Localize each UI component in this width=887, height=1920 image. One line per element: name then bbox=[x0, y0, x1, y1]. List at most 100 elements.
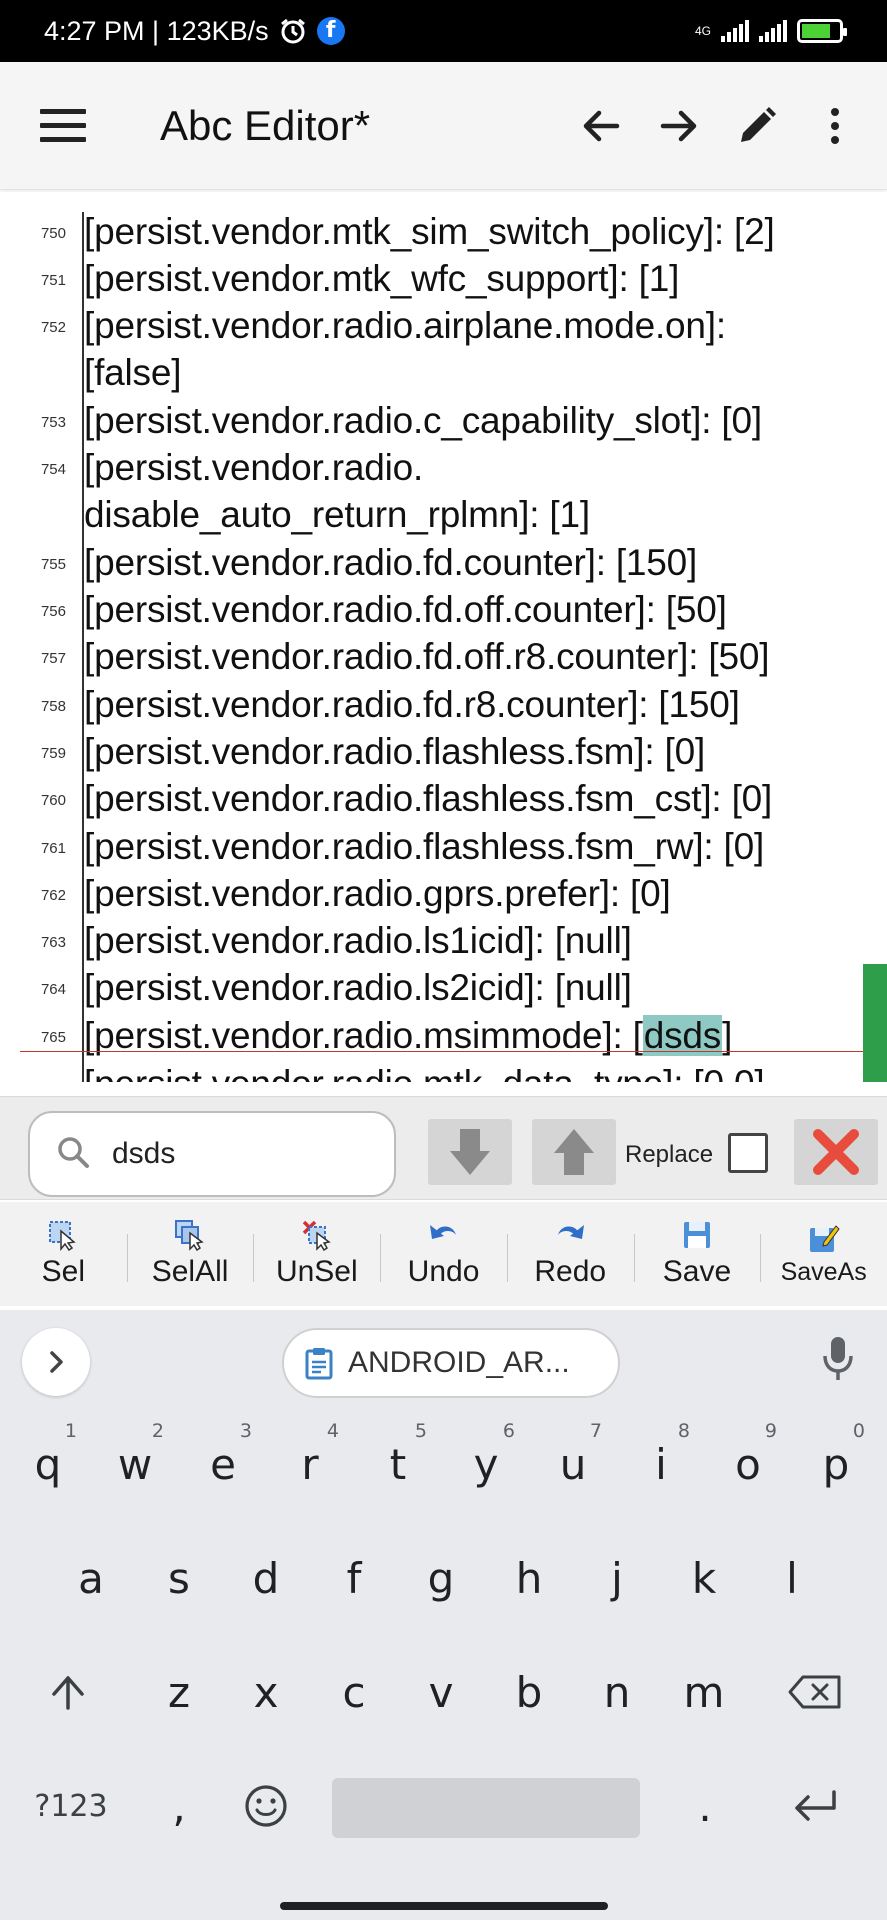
keyboard-row-1: q1 w2 e3 r4 t5 y6 u7 i8 o9 p0 bbox=[0, 1414, 887, 1526]
microphone-icon[interactable] bbox=[821, 1334, 855, 1389]
find-next-button[interactable] bbox=[428, 1119, 512, 1185]
line-number: 754 bbox=[40, 461, 66, 478]
comma-key[interactable]: , bbox=[136, 1756, 222, 1856]
line-number bbox=[0, 349, 66, 396]
editor-line-wrap[interactable]: [false] bbox=[0, 349, 887, 396]
key-q[interactable]: q1 bbox=[5, 1414, 91, 1514]
editor-scrollbar-thumb[interactable] bbox=[863, 964, 887, 1082]
emoji-icon bbox=[245, 1785, 287, 1827]
editor-line[interactable]: 752 [persist.vendor.radio.airplane.mode.o… bbox=[0, 302, 887, 349]
keyboard-row-4: ?123 , . bbox=[0, 1756, 887, 1868]
more-vert-icon[interactable] bbox=[811, 102, 859, 150]
line-number: 756 bbox=[40, 603, 66, 620]
key-e[interactable]: e3 bbox=[180, 1414, 266, 1514]
app-title: Abc Editor* bbox=[160, 101, 371, 149]
key-j[interactable]: j bbox=[574, 1528, 660, 1628]
key-r[interactable]: r4 bbox=[267, 1414, 353, 1514]
line-text: [persist.vendor.radio.ls2icid]: [null] bbox=[84, 967, 632, 1008]
symbols-key[interactable]: ?123 bbox=[26, 1756, 116, 1856]
editor-line[interactable]: 753 [persist.vendor.radio.c_capability_sl… bbox=[0, 397, 887, 444]
undo-button[interactable]: Undo bbox=[380, 1202, 507, 1306]
key-w[interactable]: w2 bbox=[92, 1414, 178, 1514]
keyboard-expand-button[interactable] bbox=[22, 1328, 90, 1396]
enter-key[interactable] bbox=[772, 1756, 858, 1856]
line-number bbox=[0, 1060, 66, 1082]
editor-line[interactable]: 763 [persist.vendor.radio.ls1icid]: [null… bbox=[0, 917, 887, 964]
save-button[interactable]: Save bbox=[633, 1202, 761, 1306]
home-gesture-pill[interactable] bbox=[280, 1902, 608, 1910]
editor-line[interactable]: 750 [persist.vendor.mtk_sim_switch_policy… bbox=[0, 208, 887, 255]
key-hint: 4 bbox=[326, 1420, 339, 1442]
clipboard-suggestion-chip[interactable]: ANDROID_AR... bbox=[282, 1328, 620, 1398]
editor-line[interactable]: 754 [persist.vendor.radio. bbox=[0, 444, 887, 491]
editor-line[interactable]: 757 [persist.vendor.radio.fd.off.r8.count… bbox=[0, 633, 887, 680]
line-number: 761 bbox=[40, 840, 66, 857]
key-n[interactable]: n bbox=[574, 1642, 660, 1742]
editor-line[interactable]: [persist.vendor.radio.mtk_data_type]: [0… bbox=[0, 1060, 887, 1082]
key-t[interactable]: t5 bbox=[355, 1414, 441, 1514]
replace-checkbox[interactable] bbox=[728, 1133, 768, 1173]
facebook-icon: f bbox=[316, 17, 345, 45]
search-match-highlight: dsds bbox=[642, 1015, 723, 1056]
app-bar: Abc Editor* bbox=[0, 62, 887, 190]
editor-line-wrap[interactable]: disable_auto_return_rplmn]: [1] bbox=[0, 491, 887, 538]
redo-button[interactable]: Redo bbox=[506, 1202, 634, 1306]
shift-key[interactable] bbox=[25, 1642, 111, 1742]
search-input[interactable] bbox=[112, 1137, 352, 1171]
editor-line[interactable]: 758 [persist.vendor.radio.fd.r8.counter]:… bbox=[0, 681, 887, 728]
unsel-button[interactable]: UnSel bbox=[253, 1202, 380, 1306]
emoji-key[interactable] bbox=[223, 1756, 309, 1856]
editor-line[interactable]: 762 [persist.vendor.radio.gprs.prefer]: [… bbox=[0, 870, 887, 917]
line-number: 755 bbox=[40, 556, 66, 573]
editor-line[interactable]: 756 [persist.vendor.radio.fd.off.counter]… bbox=[0, 586, 887, 633]
key-y[interactable]: y6 bbox=[443, 1414, 529, 1514]
pencil-icon[interactable] bbox=[733, 102, 781, 150]
key-d[interactable]: d bbox=[223, 1528, 309, 1628]
editor-line[interactable]: 759 [persist.vendor.radio.flashless.fsm]:… bbox=[0, 728, 887, 775]
editor-line[interactable]: 764 [persist.vendor.radio.ls2icid]: [null… bbox=[0, 964, 887, 1011]
key-a[interactable]: a bbox=[48, 1528, 134, 1628]
alarm-icon bbox=[279, 17, 307, 45]
key-c[interactable]: c bbox=[311, 1642, 397, 1742]
key-hint: 1 bbox=[64, 1420, 77, 1442]
key-h[interactable]: h bbox=[486, 1528, 572, 1628]
key-z[interactable]: z bbox=[136, 1642, 222, 1742]
key-i[interactable]: i8 bbox=[618, 1414, 704, 1514]
space-key[interactable] bbox=[332, 1778, 640, 1838]
search-field[interactable] bbox=[28, 1111, 396, 1197]
editor-line[interactable]: 760 [persist.vendor.radio.flashless.fsm_c… bbox=[0, 775, 887, 822]
menu-icon[interactable] bbox=[40, 109, 86, 142]
key-l[interactable]: l bbox=[749, 1528, 835, 1628]
selall-button[interactable]: SelAll bbox=[126, 1202, 254, 1306]
key-s[interactable]: s bbox=[136, 1528, 222, 1628]
key-u[interactable]: u7 bbox=[530, 1414, 616, 1514]
editor-line[interactable]: 751 [persist.vendor.mtk_wfc_support]: [1] bbox=[0, 255, 887, 302]
backspace-icon bbox=[788, 1675, 841, 1709]
keyboard-suggestion-strip: ANDROID_AR... bbox=[0, 1310, 887, 1414]
find-previous-button[interactable] bbox=[532, 1119, 616, 1185]
key-p[interactable]: p0 bbox=[793, 1414, 879, 1514]
key-hint: 3 bbox=[239, 1420, 252, 1442]
backspace-key[interactable] bbox=[772, 1642, 858, 1742]
arrow-right-icon[interactable] bbox=[655, 102, 703, 150]
sel-button[interactable]: Sel bbox=[0, 1202, 127, 1306]
navigation-bar bbox=[0, 1874, 887, 1920]
clipboard-icon bbox=[305, 1348, 333, 1380]
key-x[interactable]: x bbox=[223, 1642, 309, 1742]
line-number: 762 bbox=[40, 887, 66, 904]
arrow-left-icon[interactable] bbox=[577, 102, 625, 150]
battery-icon bbox=[797, 19, 847, 43]
key-m[interactable]: m bbox=[661, 1642, 747, 1742]
editor-line[interactable]: 761 [persist.vendor.radio.flashless.fsm_r… bbox=[0, 823, 887, 870]
key-o[interactable]: o9 bbox=[705, 1414, 791, 1514]
close-find-button[interactable] bbox=[794, 1119, 878, 1185]
key-v[interactable]: v bbox=[398, 1642, 484, 1742]
period-key[interactable]: . bbox=[662, 1756, 748, 1856]
key-g[interactable]: g bbox=[398, 1528, 484, 1628]
key-f[interactable]: f bbox=[311, 1528, 397, 1628]
text-editor[interactable]: 750 [persist.vendor.mtk_sim_switch_policy… bbox=[0, 192, 887, 1082]
key-k[interactable]: k bbox=[661, 1528, 747, 1628]
saveas-button[interactable]: SaveAs bbox=[760, 1202, 887, 1306]
key-b[interactable]: b bbox=[486, 1642, 572, 1742]
editor-line[interactable]: 755 [persist.vendor.radio.fd.counter]: [1… bbox=[0, 539, 887, 586]
